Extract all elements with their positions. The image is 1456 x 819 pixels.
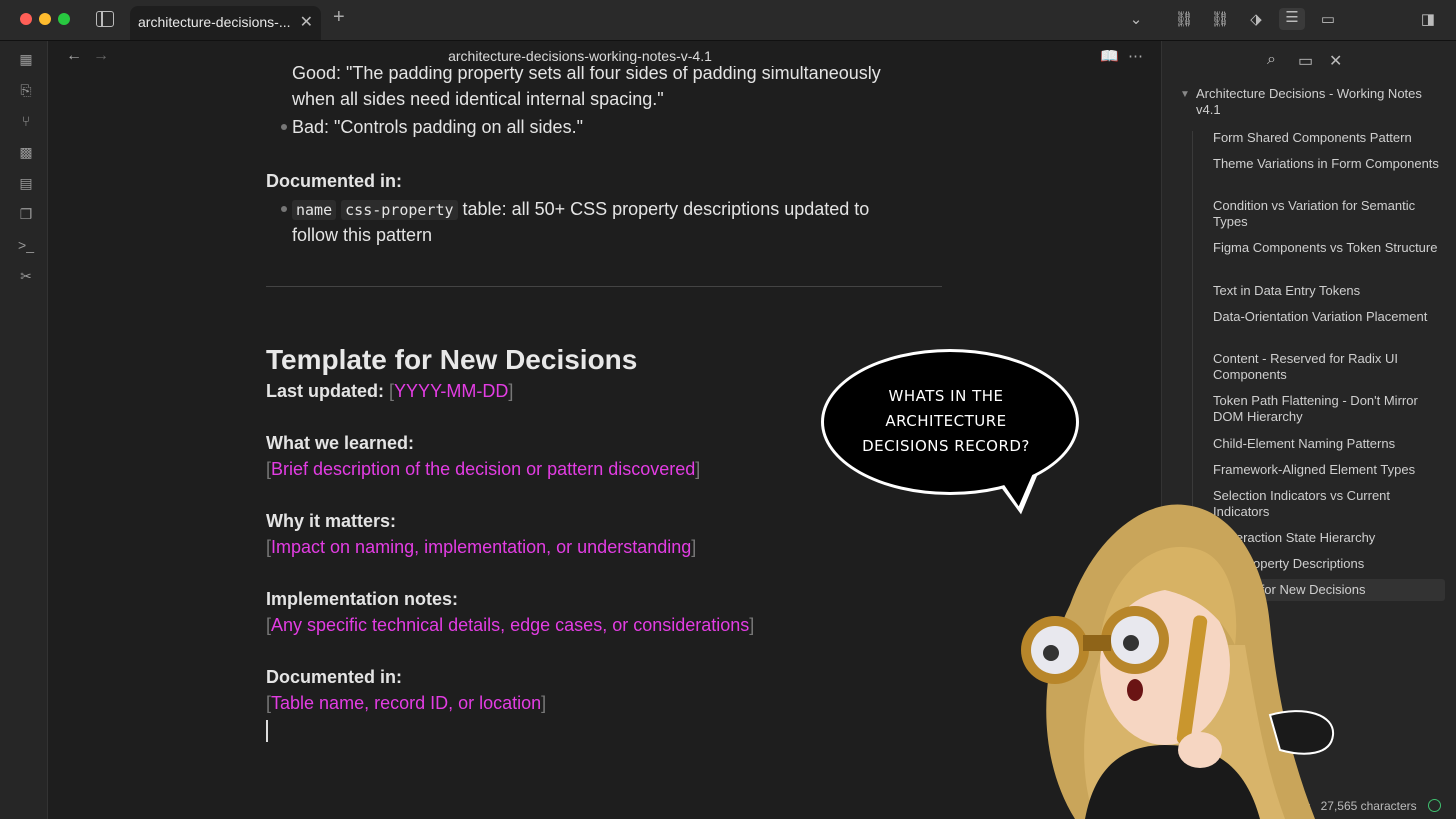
text-cursor bbox=[266, 720, 268, 742]
doc2-value: Table name, record ID, or location bbox=[271, 693, 542, 713]
last-updated-line: Last updated: [YYYY-MM-DD] bbox=[266, 381, 514, 401]
chevron-down-icon[interactable]: ⌄ bbox=[1126, 10, 1146, 30]
more-options-icon[interactable]: ⋯ bbox=[1128, 47, 1143, 65]
graph-icon[interactable]: ⑂ bbox=[17, 112, 35, 130]
learned-value: Brief description of the decision or pat… bbox=[271, 459, 696, 479]
tools-icon[interactable]: ✂ bbox=[17, 267, 35, 285]
impl-value: Any specific technical details, edge cas… bbox=[271, 615, 750, 635]
outline-item[interactable]: Content - Reserved for Radix UI Componen… bbox=[1213, 351, 1445, 383]
reading-view-icon[interactable]: 📖 bbox=[1100, 47, 1119, 65]
outline-item[interactable]: Framework-Aligned Element Types bbox=[1213, 462, 1445, 478]
sidebar-toggle-icon[interactable] bbox=[96, 11, 114, 27]
close-panel-icon[interactable]: ✕ bbox=[1329, 51, 1342, 71]
left-ribbon: ▦ ⎘ ⑂ ▩ ▤ ❐ >_ ✂ bbox=[0, 41, 48, 819]
title-bar: architecture-decisions-... ✕ + ⌄ ⛓ ⛓ ⬗ ☰… bbox=[0, 0, 1456, 41]
prev-good-line2: when all sides need identical internal s… bbox=[292, 89, 664, 109]
inline-code: css-property bbox=[341, 200, 458, 220]
archive-icon[interactable]: ▭ bbox=[1318, 10, 1338, 30]
horizontal-rule bbox=[266, 286, 942, 287]
outline-item[interactable]: Child-Element Naming Patterns bbox=[1213, 436, 1445, 452]
close-window-button[interactable] bbox=[20, 13, 32, 25]
minimize-window-button[interactable] bbox=[39, 13, 51, 25]
tab-close-icon[interactable]: ✕ bbox=[300, 12, 313, 32]
calendar-icon[interactable]: ▤ bbox=[17, 174, 35, 192]
document-title: architecture-decisions-working-notes-v-4… bbox=[448, 48, 712, 64]
outline-item[interactable]: Data-Orientation Variation Placement bbox=[1213, 309, 1445, 325]
canvas-icon[interactable]: ▩ bbox=[17, 143, 35, 161]
speech-bubble-text: WHATS IN THE ARCHITECTURE DECISIONS RECO… bbox=[862, 387, 1030, 455]
inline-code: name bbox=[292, 200, 337, 220]
outline-list-icon[interactable]: ☰ bbox=[1279, 8, 1305, 30]
matters-value: Impact on naming, implementation, or und… bbox=[271, 537, 692, 557]
new-tab-icon[interactable]: + bbox=[333, 6, 345, 29]
doc2-label: Documented in: bbox=[266, 667, 403, 687]
learned-value-line: [Brief description of the decision or pa… bbox=[266, 459, 701, 479]
outline-item[interactable]: Figma Components vs Token Structure bbox=[1213, 240, 1445, 256]
template-heading: Template for New Decisions bbox=[266, 344, 638, 375]
link-icon[interactable]: ⛓ bbox=[1174, 10, 1194, 30]
prev-bad: Bad: "Controls padding on all sides." bbox=[292, 117, 583, 137]
bullet bbox=[281, 206, 287, 212]
documented-line1: name css-property table: all 50+ CSS pro… bbox=[292, 196, 869, 223]
search-icon[interactable]: ⌕ bbox=[1267, 51, 1276, 69]
file-switch-icon[interactable]: ⎘ bbox=[17, 81, 35, 99]
outline-item[interactable]: Theme Variations in Form Components bbox=[1213, 156, 1445, 172]
tag-icon[interactable]: ⬗ bbox=[1246, 10, 1266, 30]
link-alt-icon[interactable]: ⛓ bbox=[1210, 10, 1230, 30]
terminal-icon[interactable]: >_ bbox=[17, 236, 35, 254]
documented-line2: follow this pattern bbox=[292, 225, 433, 245]
impl-label: Implementation notes: bbox=[266, 589, 459, 609]
outline-item[interactable]: Condition vs Variation for Semantic Type… bbox=[1213, 198, 1445, 230]
matters-value-line: [Impact on naming, implementation, or un… bbox=[266, 537, 697, 557]
right-sidebar-toggle-icon[interactable]: ◨ bbox=[1418, 10, 1438, 30]
zoom-window-button[interactable] bbox=[58, 13, 70, 25]
last-updated-label: Last updated: bbox=[266, 381, 385, 401]
documented-text: table: all 50+ CSS property descriptions… bbox=[462, 199, 870, 219]
learned-label: What we learned: bbox=[266, 433, 415, 453]
sync-status-icon[interactable] bbox=[1428, 799, 1441, 812]
outline-root[interactable]: Architecture Decisions - Working Notes v… bbox=[1196, 86, 1446, 118]
tab-active[interactable]: architecture-decisions-... ✕ bbox=[130, 6, 321, 40]
collapse-all-icon[interactable]: ▭ bbox=[1298, 51, 1313, 71]
cartoon-avatar-with-binoculars bbox=[1021, 504, 1335, 819]
documented-label: Documented in: bbox=[266, 171, 403, 191]
outline-item[interactable]: Token Path Flattening - Don't Mirror DOM… bbox=[1213, 393, 1445, 425]
matters-label: Why it matters: bbox=[266, 511, 397, 531]
doc2-value-line: [Table name, record ID, or location] bbox=[266, 693, 547, 713]
tab-label: architecture-decisions-... bbox=[138, 14, 291, 30]
outline-item[interactable]: Form Shared Components Pattern bbox=[1213, 130, 1445, 146]
copy-icon[interactable]: ❐ bbox=[17, 205, 35, 223]
outline-item[interactable]: Text in Data Entry Tokens bbox=[1213, 283, 1445, 299]
chevron-down-icon[interactable]: ▼ bbox=[1180, 89, 1190, 100]
impl-value-line: [Any specific technical details, edge ca… bbox=[266, 615, 755, 635]
bullet bbox=[281, 124, 287, 130]
last-updated-value: YYYY-MM-DD bbox=[394, 381, 509, 401]
